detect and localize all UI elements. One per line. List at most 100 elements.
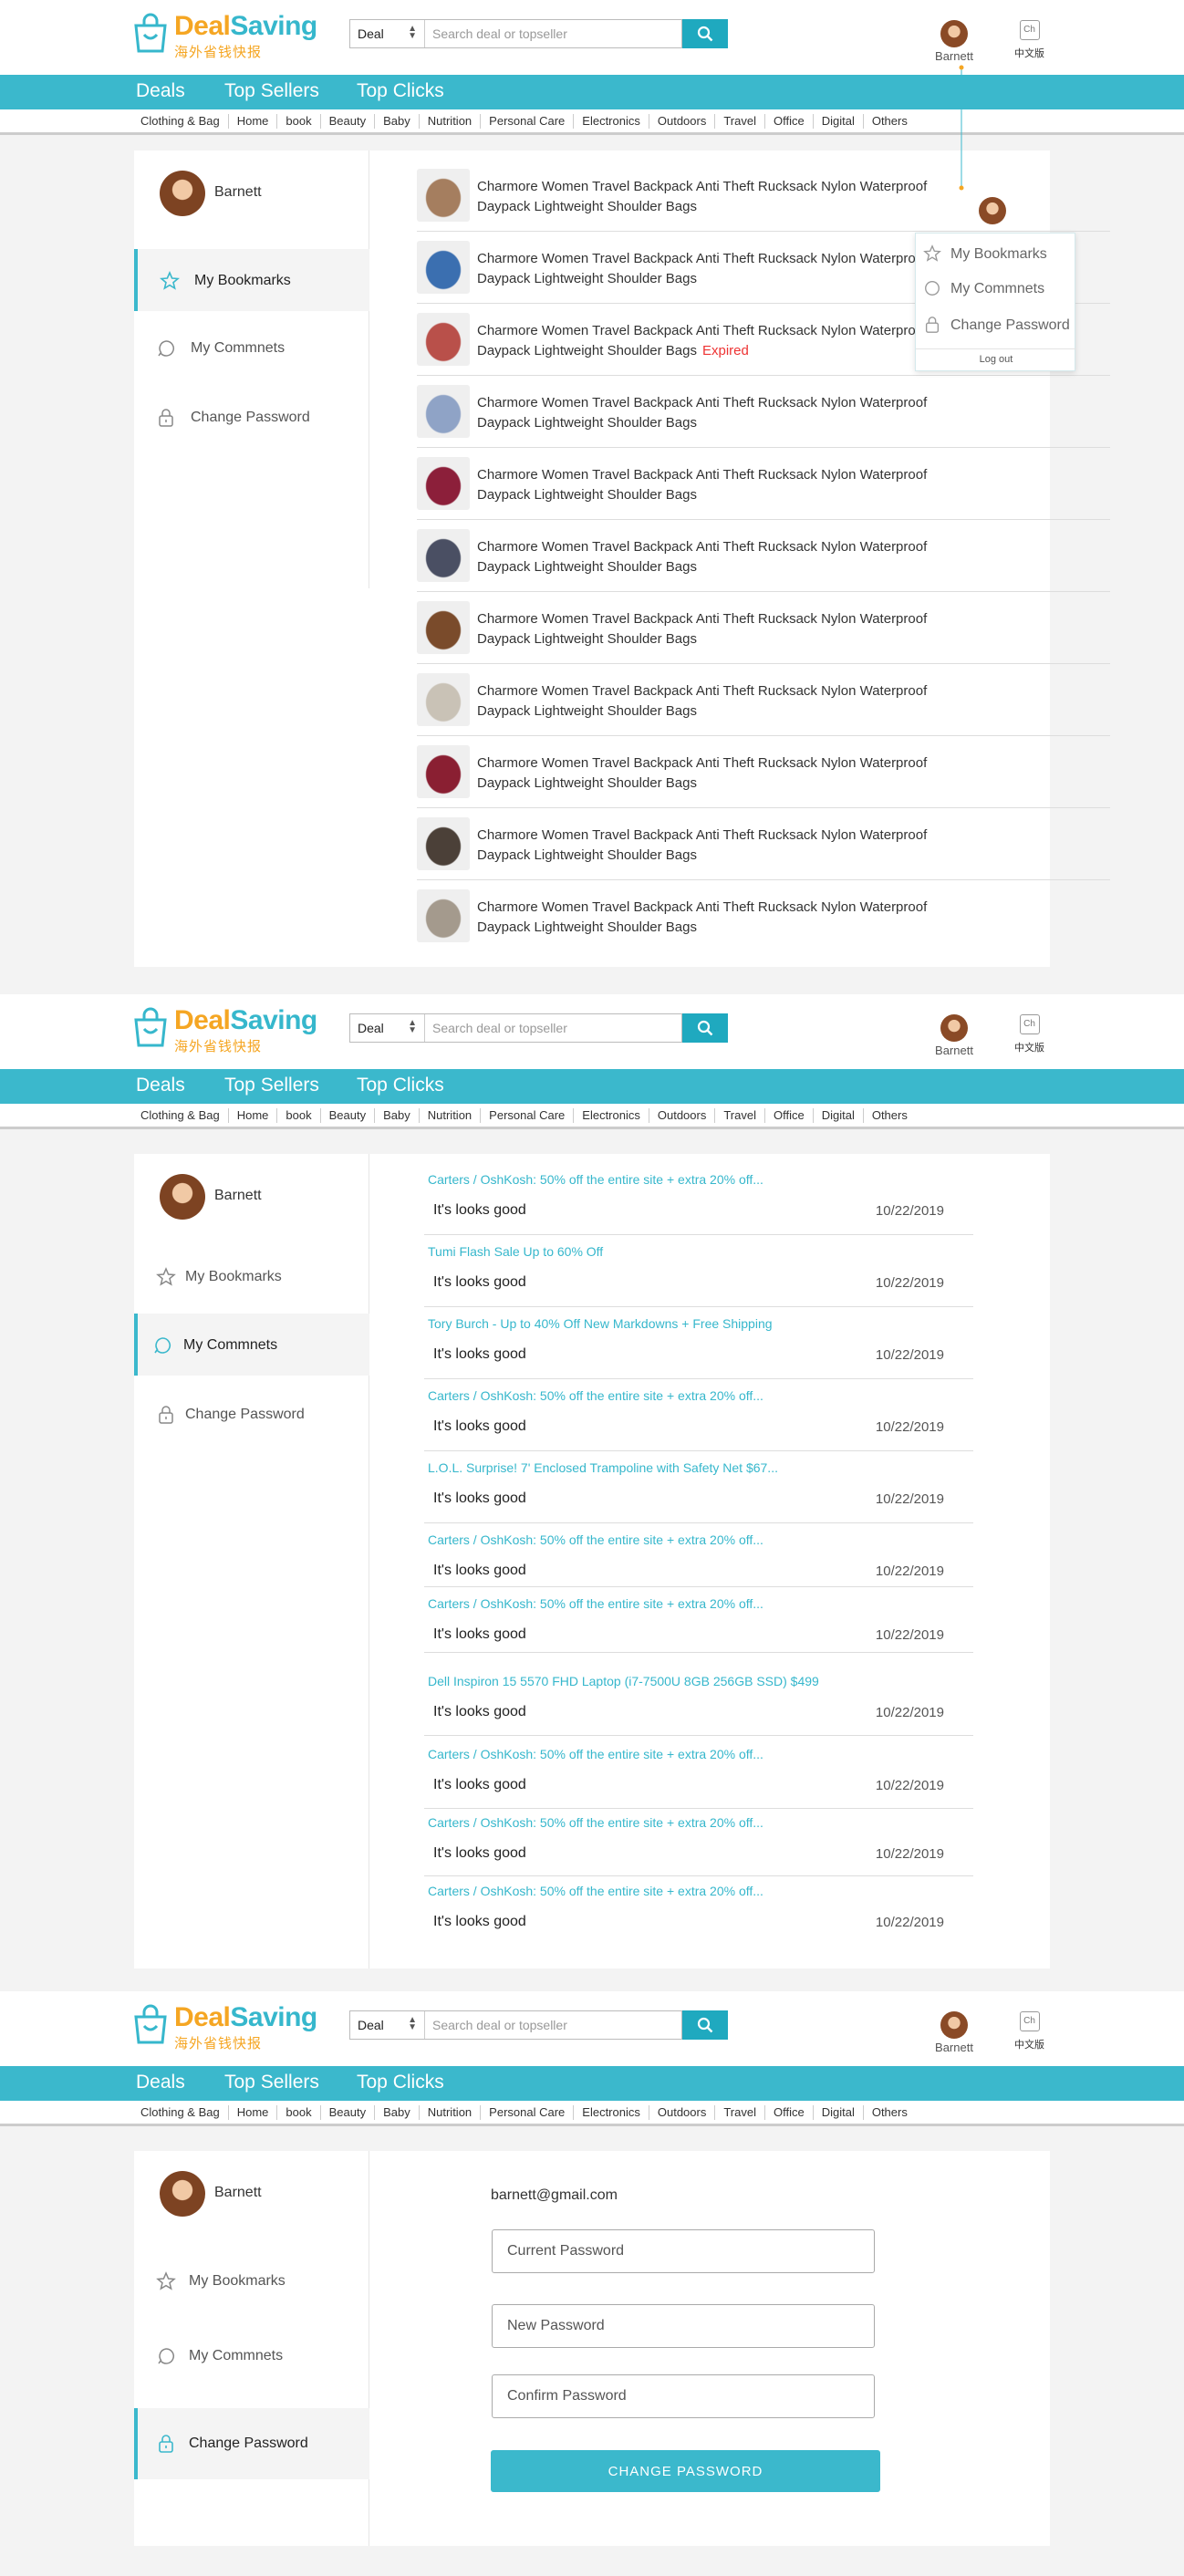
bookmark-item[interactable]: Charmore Women Travel Backpack Anti Thef… (417, 592, 1110, 664)
category-item[interactable]: Baby (375, 114, 420, 129)
bookmark-item[interactable]: Charmore Women Travel Backpack Anti Thef… (417, 160, 1110, 232)
language-switch[interactable]: Ch 中文版 (1014, 1014, 1044, 1054)
new-password-input[interactable] (492, 2304, 875, 2348)
category-item[interactable]: Personal Care (481, 114, 575, 129)
search-button[interactable] (682, 19, 728, 48)
search-button[interactable] (682, 1013, 728, 1043)
language-switch[interactable]: Ch 中文版 (1014, 2011, 1044, 2051)
comment-deal-link[interactable]: L.O.L. Surprise! 7' Enclosed Trampoline … (428, 1460, 778, 1475)
category-item[interactable]: Beauty (321, 2105, 376, 2120)
bookmark-item[interactable]: Charmore Women Travel Backpack Anti Thef… (417, 448, 1110, 520)
nav-top-sellers[interactable]: Top Sellers (224, 1075, 319, 1096)
product-title[interactable]: Charmore Women Travel Backpack Anti Thef… (477, 609, 961, 649)
bookmark-item[interactable]: Charmore Women Travel Backpack Anti Thef… (417, 736, 1110, 808)
dropdown-item-comments[interactable]: My Commnets (916, 272, 1076, 305)
nav-top-sellers[interactable]: Top Sellers (224, 2072, 319, 2093)
comment-deal-link[interactable]: Carters / OshKosh: 50% off the entire si… (428, 1532, 763, 1547)
dropdown-item-password[interactable]: Change Password (916, 308, 1076, 341)
product-title[interactable]: Charmore Women Travel Backpack Anti Thef… (477, 321, 961, 361)
product-title[interactable]: Charmore Women Travel Backpack Anti Thef… (477, 826, 961, 866)
comment-deal-link[interactable]: Carters / OshKosh: 50% off the entire si… (428, 1596, 763, 1611)
nav-top-sellers[interactable]: Top Sellers (224, 80, 319, 102)
sidebar-item-password[interactable]: Change Password (134, 386, 369, 448)
nav-deals[interactable]: Deals (136, 1075, 185, 1096)
category-item[interactable]: Beauty (321, 114, 376, 129)
category-item[interactable]: Others (864, 1108, 916, 1123)
category-item[interactable]: Electronics (574, 1108, 649, 1123)
logout-button[interactable]: Log out (916, 348, 1076, 365)
category-item[interactable]: book (277, 1108, 321, 1123)
logo[interactable]: DealSaving 海外省钱快报 (132, 1005, 324, 1054)
user-menu[interactable]: Barnett (929, 1014, 980, 1062)
category-item[interactable]: Baby (375, 1108, 420, 1123)
sidebar-item-comments[interactable]: My Commnets (134, 1314, 369, 1376)
category-item[interactable]: book (277, 2105, 321, 2120)
search-type-select[interactable]: Deal ▲ ▼ (350, 2011, 425, 2039)
product-title[interactable]: Charmore Women Travel Backpack Anti Thef… (477, 681, 961, 722)
category-item[interactable]: Home (229, 2105, 278, 2120)
search-input[interactable] (432, 20, 679, 47)
language-switch[interactable]: Ch 中文版 (1014, 20, 1044, 60)
search-input[interactable] (432, 2011, 679, 2039)
category-item[interactable]: Digital (814, 1108, 864, 1123)
sidebar-item-bookmarks[interactable]: My Bookmarks (134, 2249, 369, 2311)
bookmark-item[interactable]: Charmore Women Travel Backpack Anti Thef… (417, 880, 1110, 952)
comment-deal-link[interactable]: Carters / OshKosh: 50% off the entire si… (428, 1172, 763, 1187)
comment-deal-link[interactable]: Dell Inspiron 15 5570 FHD Laptop (i7-750… (428, 1674, 819, 1688)
category-item[interactable]: Travel (715, 1108, 765, 1123)
category-item[interactable]: Personal Care (481, 1108, 575, 1123)
product-title[interactable]: Charmore Women Travel Backpack Anti Thef… (477, 465, 961, 505)
category-item[interactable]: Travel (715, 2105, 765, 2120)
logo[interactable]: DealSaving 海外省钱快报 (132, 2002, 324, 2051)
nav-top-clicks[interactable]: Top Clicks (357, 80, 444, 102)
category-item[interactable]: Nutrition (420, 1108, 482, 1123)
category-item[interactable]: Nutrition (420, 114, 482, 129)
category-item[interactable]: Nutrition (420, 2105, 482, 2120)
nav-deals[interactable]: Deals (136, 2072, 185, 2093)
category-item[interactable]: Clothing & Bag (132, 1108, 229, 1123)
bookmark-item[interactable]: Charmore Women Travel Backpack Anti Thef… (417, 520, 1110, 592)
category-item[interactable]: Others (864, 114, 916, 129)
category-item[interactable]: Others (864, 2105, 916, 2120)
comment-deal-link[interactable]: Tory Burch - Up to 40% Off New Markdowns… (428, 1316, 773, 1331)
dropdown-item-bookmarks[interactable]: My Bookmarks (916, 237, 1076, 270)
nav-deals[interactable]: Deals (136, 80, 185, 102)
category-item[interactable]: Home (229, 1108, 278, 1123)
user-menu[interactable]: Barnett (929, 2011, 980, 2059)
category-item[interactable]: Beauty (321, 1108, 376, 1123)
product-title[interactable]: Charmore Women Travel Backpack Anti Thef… (477, 177, 961, 217)
logo[interactable]: DealSaving 海外省钱快报 (132, 11, 324, 60)
search-type-select[interactable]: Deal ▲ ▼ (350, 1014, 425, 1042)
product-title[interactable]: Charmore Women Travel Backpack Anti Thef… (477, 898, 961, 938)
category-item[interactable]: Outdoors (649, 1108, 716, 1123)
search-button[interactable] (682, 2010, 728, 2040)
category-item[interactable]: Office (765, 2105, 814, 2120)
change-password-button[interactable]: CHANGE PASSWORD (491, 2450, 880, 2492)
search-type-select[interactable]: Deal ▲ ▼ (350, 20, 425, 47)
comment-deal-link[interactable]: Carters / OshKosh: 50% off the entire si… (428, 1388, 763, 1403)
sidebar-item-comments[interactable]: My Commnets (134, 317, 369, 379)
sidebar-item-password[interactable]: Change Password (134, 1383, 369, 1445)
bookmark-item[interactable]: Charmore Women Travel Backpack Anti Thef… (417, 376, 1110, 448)
category-item[interactable]: Clothing & Bag (132, 2105, 229, 2120)
category-item[interactable]: Home (229, 114, 278, 129)
product-title[interactable]: Charmore Women Travel Backpack Anti Thef… (477, 753, 961, 794)
product-title[interactable]: Charmore Women Travel Backpack Anti Thef… (477, 393, 961, 433)
sidebar-item-bookmarks[interactable]: My Bookmarks (134, 1245, 369, 1307)
product-title[interactable]: Charmore Women Travel Backpack Anti Thef… (477, 249, 961, 289)
category-item[interactable]: Clothing & Bag (132, 114, 229, 129)
search-input[interactable] (432, 1014, 679, 1042)
sidebar-item-comments[interactable]: My Commnets (134, 2324, 369, 2386)
category-item[interactable]: Electronics (574, 114, 649, 129)
category-item[interactable]: Outdoors (649, 114, 716, 129)
user-menu[interactable]: Barnett (929, 20, 980, 68)
bookmark-item[interactable]: Charmore Women Travel Backpack Anti Thef… (417, 664, 1110, 736)
comment-deal-link[interactable]: Carters / OshKosh: 50% off the entire si… (428, 1747, 763, 1761)
nav-top-clicks[interactable]: Top Clicks (357, 2072, 444, 2093)
product-title[interactable]: Charmore Women Travel Backpack Anti Thef… (477, 537, 961, 577)
category-item[interactable]: Office (765, 1108, 814, 1123)
category-item[interactable]: Travel (715, 114, 765, 129)
category-item[interactable]: Electronics (574, 2105, 649, 2120)
comment-deal-link[interactable]: Carters / OshKosh: 50% off the entire si… (428, 1884, 763, 1898)
category-item[interactable]: Office (765, 114, 814, 129)
